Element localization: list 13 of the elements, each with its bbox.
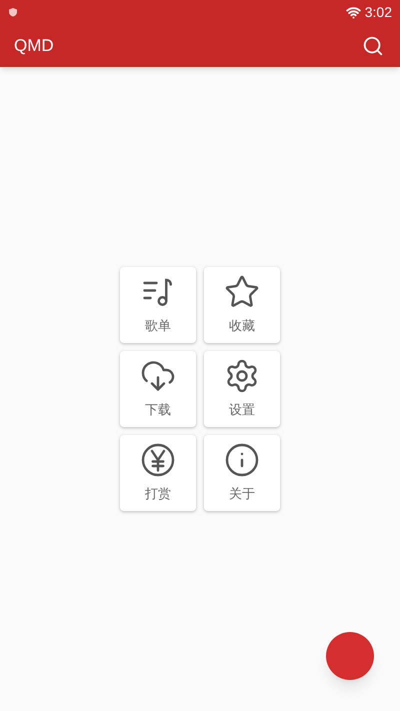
- menu-tile[interactable]: 关于: [204, 435, 280, 511]
- yen-coin-icon: [140, 442, 176, 478]
- info-icon: [224, 442, 260, 478]
- menu-tile[interactable]: 设置: [204, 351, 280, 427]
- app-title: QMD: [14, 34, 54, 57]
- status-time: 3:02: [364, 2, 392, 22]
- wifi-icon: [346, 4, 361, 20]
- floating-action-button[interactable]: [326, 632, 374, 680]
- shield-icon: [8, 7, 18, 17]
- menu-tile[interactable]: 收藏: [204, 267, 280, 343]
- menu-tile[interactable]: 歌单: [120, 267, 196, 343]
- menu-tile[interactable]: 打赏: [120, 435, 196, 511]
- menu-tile[interactable]: 下载: [120, 351, 196, 427]
